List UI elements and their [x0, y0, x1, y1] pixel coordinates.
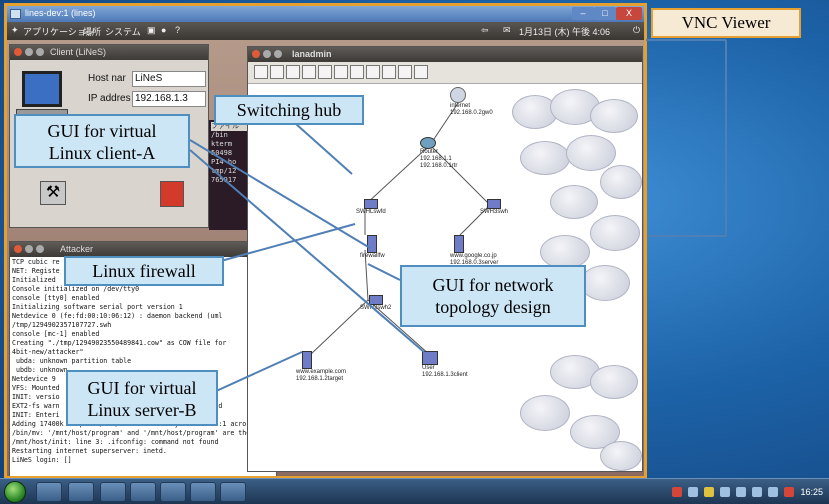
callout-gui-network: GUI for network topology design: [400, 265, 586, 327]
tray-icon[interactable]: [720, 487, 731, 497]
callout-text: GUI for virtual: [87, 378, 197, 398]
taskbar-vnc-icon[interactable]: [220, 482, 246, 502]
tray-icon[interactable]: [768, 487, 779, 497]
tray-icon[interactable]: [672, 487, 683, 497]
callout-linux-firewall: Linux firewall: [64, 256, 224, 286]
callout-gui-client: GUI for virtual Linux client-A: [14, 114, 190, 168]
taskbar-clock[interactable]: 16:25: [800, 487, 823, 497]
callout-switching-hub: Switching hub: [214, 95, 364, 125]
callout-text: Switching hub: [236, 100, 342, 120]
callout-text: Linux firewall: [92, 261, 196, 281]
taskbar-app-icon[interactable]: [130, 482, 156, 502]
windows-taskbar: 16:25: [0, 478, 829, 504]
callout-text: GUI for network: [432, 275, 554, 295]
taskbar-app-icon[interactable]: [190, 482, 216, 502]
callout-text: Linux server-B: [87, 400, 197, 420]
taskbar-app-icon[interactable]: [160, 482, 186, 502]
tray-icon[interactable]: [784, 487, 795, 497]
callout-text: Linux client-A: [48, 143, 156, 163]
callout-gui-server: GUI for virtual Linux server-B: [66, 370, 218, 426]
tray-icon[interactable]: [736, 487, 747, 497]
taskbar-folder-icon[interactable]: [68, 482, 94, 502]
tray-icon[interactable]: [752, 487, 763, 497]
callout-text: topology design: [435, 297, 551, 317]
taskbar-media-icon[interactable]: [100, 482, 126, 502]
start-button[interactable]: [4, 481, 26, 503]
taskbar-explorer-icon[interactable]: [36, 482, 62, 502]
tray-icon[interactable]: [688, 487, 699, 497]
callout-text: GUI for virtual: [47, 121, 157, 141]
callout-connectors: [189, 39, 727, 393]
vnc-viewer-label: VNC Viewer: [651, 8, 801, 38]
tray-icon[interactable]: [704, 487, 715, 497]
system-tray: 16:25: [672, 485, 823, 499]
